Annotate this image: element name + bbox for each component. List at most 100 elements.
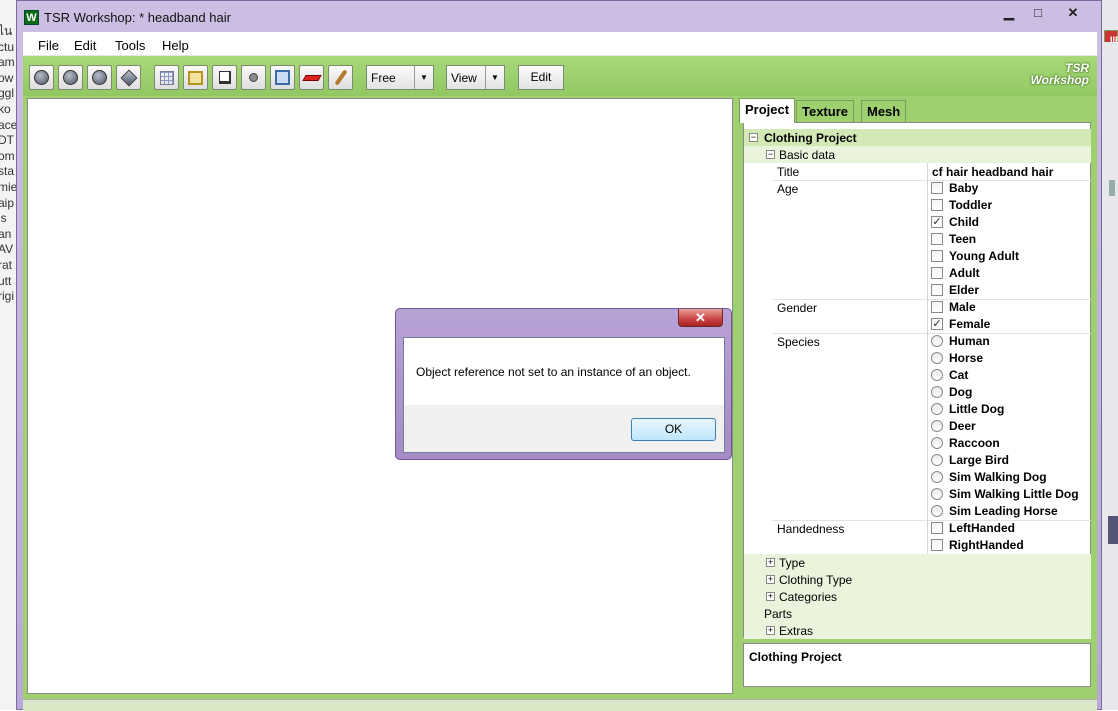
option-cell[interactable]: RightHanded xyxy=(927,537,1092,554)
option-cell[interactable]: Young Adult xyxy=(927,248,1092,265)
radio-button[interactable] xyxy=(931,352,943,364)
option-cell[interactable]: Elder xyxy=(927,282,1092,299)
checkbox[interactable] xyxy=(931,233,943,245)
checkbox[interactable] xyxy=(931,250,943,262)
checkbox[interactable]: ✓ xyxy=(931,318,943,330)
radio-button[interactable] xyxy=(931,369,943,381)
radio-button[interactable] xyxy=(931,420,943,432)
tab-project[interactable]: Project xyxy=(739,98,796,123)
option-cell[interactable]: Sim Walking Little Dog xyxy=(927,486,1092,503)
minimize-button[interactable]: ▁ xyxy=(995,4,1023,22)
checkbox-option[interactable]: RightHanded xyxy=(744,537,1091,554)
tab-texture[interactable]: Texture xyxy=(796,100,854,122)
radio-button[interactable] xyxy=(931,386,943,398)
checkbox[interactable] xyxy=(931,199,943,211)
species-option[interactable]: Large Bird xyxy=(744,452,1091,469)
title-bar[interactable]: W TSR Workshop: * headband hair ▁ □ ✕ xyxy=(17,1,1101,33)
category-extras[interactable]: + Extras xyxy=(744,622,1091,639)
option-cell[interactable]: ✓ Child xyxy=(927,214,1092,231)
checkbox-option[interactable]: Young Adult xyxy=(744,248,1091,265)
species-option[interactable]: Cat xyxy=(744,367,1091,384)
checkbox[interactable] xyxy=(931,539,943,551)
option-cell[interactable]: Baby xyxy=(927,180,1092,197)
camera-mode-dropdown[interactable]: Free ▼ xyxy=(366,65,434,90)
category-categories[interactable]: + Categories xyxy=(744,588,1091,605)
radio-button[interactable] xyxy=(931,335,943,347)
checkbox[interactable] xyxy=(931,284,943,296)
option-cell[interactable]: Human xyxy=(927,333,1092,350)
option-cell[interactable]: ✓ Female xyxy=(927,316,1092,333)
view-dropdown[interactable]: View ▼ xyxy=(446,65,505,90)
checkbox-option[interactable]: ✓ Child xyxy=(744,214,1091,231)
checkbox-option[interactable]: Male xyxy=(744,299,1091,316)
expand-icon[interactable]: + xyxy=(766,626,775,635)
option-cell[interactable]: Sim Walking Dog xyxy=(927,469,1092,486)
checkbox[interactable] xyxy=(931,301,943,313)
option-cell[interactable]: Toddler xyxy=(927,197,1092,214)
edit-button[interactable]: Edit xyxy=(518,65,564,90)
diamond-button[interactable] xyxy=(116,65,141,90)
radio-button[interactable] xyxy=(931,403,943,415)
expand-icon[interactable]: + xyxy=(766,558,775,567)
tab-mesh[interactable]: Mesh xyxy=(861,100,907,122)
species-option[interactable]: Dog xyxy=(744,384,1091,401)
species-option[interactable]: Sim Walking Dog xyxy=(744,469,1091,486)
dialog-close-button[interactable]: ✕ xyxy=(678,309,723,327)
checkbox-option[interactable]: Toddler xyxy=(744,197,1091,214)
bone-button[interactable] xyxy=(328,65,353,90)
option-cell[interactable]: Dog xyxy=(927,384,1092,401)
option-cell[interactable]: Raccoon xyxy=(927,435,1092,452)
option-cell[interactable]: Adult xyxy=(927,265,1092,282)
option-cell[interactable]: Large Bird xyxy=(927,452,1092,469)
species-option[interactable]: Deer xyxy=(744,418,1091,435)
option-cell[interactable]: Little Dog xyxy=(927,401,1092,418)
checkbox[interactable]: ✓ xyxy=(931,216,943,228)
expand-icon[interactable]: + xyxy=(766,575,775,584)
checkbox[interactable] xyxy=(931,182,943,194)
category-clothing-project[interactable]: − Clothing Project xyxy=(744,129,1091,146)
menu-file[interactable]: File xyxy=(38,38,59,53)
sphere-button-1[interactable] xyxy=(29,65,54,90)
close-button[interactable]: ✕ xyxy=(1053,4,1093,22)
radio-button[interactable] xyxy=(931,471,943,483)
option-cell[interactable]: Sim Leading Horse xyxy=(927,503,1092,520)
checkbox[interactable] xyxy=(931,522,943,534)
checkbox-option[interactable]: LeftHanded xyxy=(744,520,1091,537)
checkbox-option[interactable]: Adult xyxy=(744,265,1091,282)
menu-tools[interactable]: Tools xyxy=(115,38,145,53)
expand-icon[interactable]: + xyxy=(766,592,775,601)
menu-help[interactable]: Help xyxy=(162,38,189,53)
option-cell[interactable]: LeftHanded xyxy=(927,520,1092,537)
radio-button[interactable] xyxy=(931,505,943,517)
frame-button[interactable] xyxy=(270,65,295,90)
checkbox-option[interactable]: ✓ Female xyxy=(744,316,1091,333)
maximize-button[interactable]: □ xyxy=(1024,4,1052,22)
radio-button[interactable] xyxy=(931,437,943,449)
sphere-button-3[interactable] xyxy=(87,65,112,90)
title-field[interactable]: cf hair headband hair xyxy=(927,163,1092,180)
option-cell[interactable]: Teen xyxy=(927,231,1092,248)
floor-button[interactable] xyxy=(299,65,324,90)
species-option[interactable]: Raccoon xyxy=(744,435,1091,452)
category-parts[interactable]: Parts xyxy=(744,605,1091,622)
chevron-down-icon[interactable]: ▼ xyxy=(414,66,433,89)
category-basic-data[interactable]: − Basic data xyxy=(744,146,1091,163)
category-clothing-type[interactable]: + Clothing Type xyxy=(744,571,1091,588)
radio-button[interactable] xyxy=(931,454,943,466)
option-cell[interactable]: Deer xyxy=(927,418,1092,435)
radio-button[interactable] xyxy=(931,488,943,500)
option-cell[interactable]: Horse xyxy=(927,350,1092,367)
property-title[interactable]: Title cf hair headband hair xyxy=(744,163,1091,180)
collapse-icon[interactable]: − xyxy=(749,133,758,142)
option-cell[interactable]: Cat xyxy=(927,367,1092,384)
cube-button[interactable] xyxy=(183,65,208,90)
species-option[interactable]: Little Dog xyxy=(744,401,1091,418)
checkbox-option[interactable]: Baby xyxy=(744,180,1091,197)
species-option[interactable]: Horse xyxy=(744,350,1091,367)
sphere-button-2[interactable] xyxy=(58,65,83,90)
plane-button[interactable] xyxy=(212,65,237,90)
menu-edit[interactable]: Edit xyxy=(74,38,96,53)
species-option[interactable]: Human xyxy=(744,333,1091,350)
dot-button[interactable] xyxy=(241,65,266,90)
species-option[interactable]: Sim Walking Little Dog xyxy=(744,486,1091,503)
